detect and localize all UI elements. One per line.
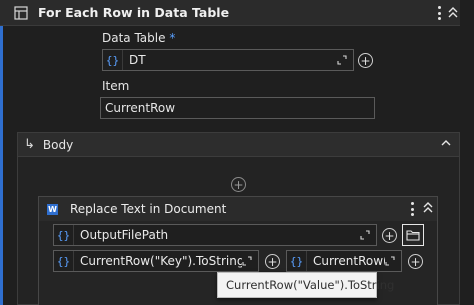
expand-editor-icon[interactable] xyxy=(385,256,395,266)
expression-brace-icon: {} xyxy=(54,251,74,271)
word-icon: W xyxy=(47,203,58,215)
inner-more-options-icon[interactable] xyxy=(407,200,417,218)
file-path-value: OutputFilePath xyxy=(80,228,169,242)
body-arrow-icon: ↳ xyxy=(24,137,35,152)
key-plus-icon[interactable]: + xyxy=(265,254,280,269)
value-input[interactable]: {} CurrentRow("Va xyxy=(286,250,402,272)
inner-collapse-icon[interactable] xyxy=(423,201,433,215)
expand-editor-icon[interactable] xyxy=(337,55,347,65)
item-input[interactable]: CurrentRow xyxy=(100,97,375,119)
body-header[interactable]: ↳ Body xyxy=(18,133,459,157)
expression-brace-icon: {} xyxy=(103,50,123,70)
activity-title: For Each Row in Data Table xyxy=(38,5,230,20)
file-path-input[interactable]: {} OutputFilePath xyxy=(53,224,377,246)
for-each-row-icon xyxy=(14,5,28,20)
replace-text-header[interactable]: W Replace Text in Document xyxy=(39,197,437,221)
expand-editor-icon[interactable] xyxy=(242,256,252,266)
data-table-input[interactable]: {} DT xyxy=(102,49,354,71)
replace-text-title: Replace Text in Document xyxy=(70,202,227,216)
key-input[interactable]: {} CurrentRow("Key").ToString.Trim xyxy=(53,250,259,272)
collapse-chevron-icon[interactable] xyxy=(448,6,458,20)
key-value: CurrentRow("Key").ToString.Trim xyxy=(80,254,242,268)
activity-more-options-icon[interactable] xyxy=(434,4,444,22)
required-mark: * xyxy=(169,31,176,45)
item-label: Item xyxy=(102,79,130,93)
selection-edge xyxy=(0,26,3,305)
data-table-plus-icon[interactable]: + xyxy=(358,53,373,68)
body-title: Body xyxy=(42,137,74,152)
data-table-value: DT xyxy=(129,53,146,67)
value-tooltip: CurrentRow("Value").ToString xyxy=(217,272,394,298)
browse-folder-button[interactable] xyxy=(402,224,424,246)
file-path-plus-icon[interactable]: + xyxy=(382,228,397,243)
body-collapse-icon[interactable] xyxy=(441,139,451,147)
value-plus-icon[interactable]: + xyxy=(408,254,423,269)
add-activity-icon[interactable]: + xyxy=(231,177,246,192)
value-value: CurrentRow("Va xyxy=(313,254,385,268)
expression-brace-icon: {} xyxy=(54,225,74,245)
data-table-label: Data Table * xyxy=(102,31,176,45)
expand-editor-icon[interactable] xyxy=(360,230,370,240)
expression-brace-icon: {} xyxy=(287,251,307,271)
activity-header[interactable]: For Each Row in Data Table xyxy=(0,0,460,26)
folder-icon xyxy=(406,229,420,241)
